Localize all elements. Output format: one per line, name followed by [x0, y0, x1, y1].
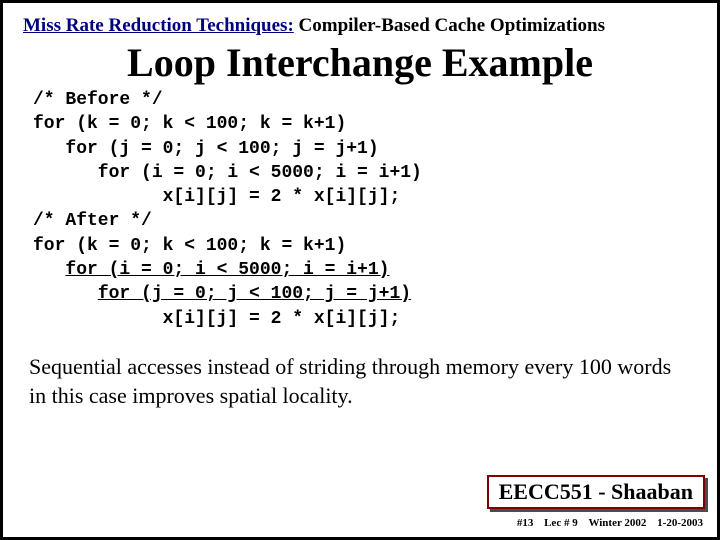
slide-number: #13 [517, 517, 534, 529]
dash: - [593, 479, 611, 504]
breadcrumb-topic: Miss Rate Reduction Techniques: [23, 15, 294, 36]
explanation-text: Sequential accesses instead of striding … [29, 353, 691, 410]
code-line: for (j = 0; j < 100; j = j+1) [33, 139, 379, 159]
term-label: Winter 2002 [588, 517, 646, 529]
code-line-underlined: for (j = 0; j < 100; j = j+1) [98, 284, 411, 304]
code-line: x[i][j] = 2 * x[i][j]; [33, 187, 400, 207]
page-title: Loop Interchange Example [23, 39, 697, 86]
lecture-number: Lec # 9 [544, 517, 578, 529]
code-line: /* Before */ [33, 90, 163, 110]
author-name: Shaaban [611, 479, 693, 504]
code-line: for (k = 0; k < 100; k = k+1) [33, 236, 346, 256]
code-line: for (i = 0; i < 5000; i = i+1) [33, 163, 422, 183]
course-code: EECC551 [499, 479, 593, 504]
code-line-pre [33, 260, 65, 280]
code-line-underlined: for (i = 0; i < 5000; i = i+1) [65, 260, 389, 280]
breadcrumb-subtopic-text: Compiler-Based Cache Optimizations [299, 15, 605, 36]
code-line: for (k = 0; k < 100; k = k+1) [33, 114, 346, 134]
code-line: x[i][j] = 2 * x[i][j]; [33, 309, 400, 329]
date-label: 1-20-2003 [657, 517, 703, 529]
code-line-pre [33, 284, 98, 304]
slide: Miss Rate Reduction Techniques: Compiler… [0, 0, 720, 540]
breadcrumb: Miss Rate Reduction Techniques: Compiler… [23, 15, 697, 37]
code-line: /* After */ [33, 211, 152, 231]
tiny-footer: #13 Lec # 9 Winter 2002 1-20-2003 [509, 517, 703, 529]
footer-box: EECC551 - Shaaban [487, 475, 705, 509]
code-block: /* Before */ for (k = 0; k < 100; k = k+… [33, 88, 697, 331]
